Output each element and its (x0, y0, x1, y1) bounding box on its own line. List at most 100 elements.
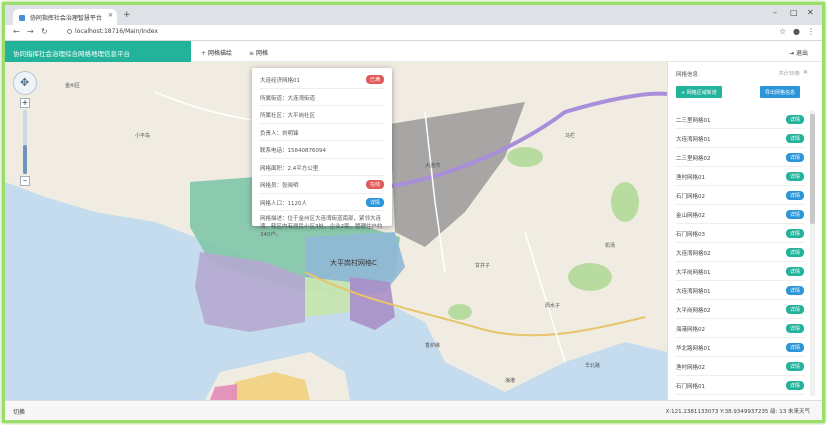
grid-list-item-badge[interactable]: 详情 (785, 153, 804, 162)
new-tab-icon[interactable]: + (123, 10, 131, 20)
panel-scrollbar[interactable] (810, 110, 815, 396)
grid-list-item-label: 二三里网格01 (676, 118, 711, 124)
grid-list-item-label: 石门网格03 (676, 232, 705, 238)
popup-row: 网格员：张晓明 在线 (260, 176, 384, 194)
popup-row-description: 网格描述：位于金州区大连湾街道南部，紧邻大连湾，辖区内有居民小区3处、企业2家，… (260, 211, 384, 241)
reload-icon[interactable]: ↻ (41, 27, 48, 36)
zoom-in-button[interactable]: + (20, 98, 30, 108)
grid-list-item-badge[interactable]: 详情 (785, 172, 804, 181)
grid-list-item[interactable]: 金山网格02 详情 (676, 205, 804, 224)
grid-list-item-label: 大连湾网格01 (676, 289, 711, 295)
grid-list-item-badge[interactable]: 详情 (785, 191, 804, 200)
back-icon[interactable]: ← (13, 27, 20, 36)
popup-badge[interactable]: 详情 (365, 197, 384, 207)
app-title: 协同指挥社会治理综合网格地理信息平台 (5, 41, 191, 62)
grid-list-item-badge[interactable]: 详情 (785, 286, 804, 295)
map-place-label: 大连湾 (425, 163, 441, 169)
map-place-label: 海港 (505, 378, 516, 384)
popup-row: 所属街道：大连湾街道 (260, 89, 384, 106)
grid-list-item-badge[interactable]: 详情 (785, 343, 804, 352)
bookmark-star-icon[interactable]: ☆ (779, 27, 786, 36)
close-window-icon[interactable]: ✕ (807, 8, 814, 17)
grid-list-item-badge[interactable]: 详情 (785, 362, 804, 371)
map-place-label: 小平岛 (135, 133, 151, 139)
grid-list-item[interactable]: 二三里网格01 详情 (676, 110, 804, 129)
green-area (568, 263, 612, 291)
close-tab-icon[interactable]: ✕ (108, 12, 113, 19)
popup-badge[interactable]: 在线 (365, 180, 384, 189)
map-place-label: 周水子 (545, 303, 561, 309)
grid-region-label: 大平岗村网格C (330, 259, 377, 267)
menu-grid[interactable]: ≡ 网格 (249, 48, 268, 57)
grid-list-item[interactable]: 大连湾网格01 详情 (676, 281, 804, 300)
panel-scrollbar-thumb[interactable] (810, 114, 815, 224)
grid-list-item-badge[interactable]: 详情 (785, 115, 804, 124)
grid-list-item-badge[interactable]: 详情 (785, 229, 804, 238)
grid-list-item[interactable]: 渔村网格02 详情 (676, 357, 804, 376)
menu-grid-draw[interactable]: + 网格描绘 (201, 48, 232, 57)
switch-button[interactable]: 切换 (13, 407, 25, 416)
popup-row: 负责人：刘明锋 (260, 124, 384, 141)
zoom-slider-fill (23, 145, 27, 174)
grid-list-item-label: 石门网格02 (676, 194, 705, 200)
grid-list-item-label: 石门网格01 (676, 384, 705, 390)
grid-list-item-label: 大连湾网格01 (676, 137, 711, 143)
pan-control-icon[interactable] (13, 71, 37, 95)
url-field[interactable]: localhost:18716/Main/Index (67, 28, 158, 35)
popup-row-text: 所属社区：大平岗社区 (260, 113, 316, 119)
grid-list-item[interactable]: 大连湾网格02 详情 (676, 243, 804, 262)
grid-list-item[interactable]: 石门网格02 详情 (676, 186, 804, 205)
logout-button[interactable]: ⇥ 退出 (789, 48, 808, 57)
grid-list-item[interactable]: 大平岗网格01 详情 (676, 262, 804, 281)
zoom-out-button[interactable]: – (20, 176, 30, 186)
maximize-icon[interactable]: □ (790, 8, 798, 17)
zoom-slider[interactable] (23, 110, 27, 174)
screenshot-frame: 协同指挥社会治理智慧平台 ✕ + – □ ✕ ← → ↻ localhost:1… (2, 2, 825, 423)
popup-row-text: 负责人：刘明锋 (260, 130, 299, 137)
browser-menu-icon[interactable]: ⋮ (807, 27, 815, 36)
grid-list-item-badge[interactable]: 详情 (785, 248, 804, 257)
grid-list-item-label: 华北路网格01 (676, 346, 711, 352)
grid-list-item[interactable]: 渔村网格01 详情 (676, 167, 804, 186)
tab-title: 协同指挥社会治理智慧平台 (29, 15, 102, 22)
logout-label: 退出 (795, 50, 808, 57)
app-header: 协同指挥社会治理综合网格地理信息平台 + 网格描绘 ≡ 网格 ⇥ 退出 (5, 41, 822, 62)
grid-list-item[interactable]: 大平岗网格02 详情 (676, 300, 804, 319)
map-place-label: 甘井子 (475, 263, 491, 269)
grid-info-popup: 大连经济网格01 已满 所属街道：大连湾街道 所属社区：大平岗社区 负责人：刘明锋… (252, 68, 392, 238)
add-grid-button[interactable]: + 网格区域新增 (676, 86, 722, 98)
forward-icon[interactable]: → (27, 27, 34, 36)
grid-list-item-badge[interactable]: 详情 (785, 267, 804, 276)
grid-list-item[interactable]: 华北路网格01 详情 (676, 338, 804, 357)
grid-list-item-badge[interactable]: 详情 (785, 305, 804, 314)
grid-list-item-badge[interactable]: 详情 (785, 381, 804, 390)
popup-row: 所属社区：大平岗社区 (260, 106, 384, 124)
browser-tab[interactable]: 协同指挥社会治理智慧平台 ✕ (13, 9, 117, 25)
grid-list-item-badge[interactable]: 详情 (785, 324, 804, 333)
grid-list-item[interactable]: 大连湾网格01 详情 (676, 129, 804, 148)
coordinates-readout: X:121.2381133073 Y:38.9349937235 级: 13 未… (665, 409, 810, 415)
grid-list: 二三里网格01 详情 大连湾网格01 详情 二三里网格02 详情 渔村网格01 详情 石门网格0… (676, 110, 804, 395)
grid-list-item[interactable]: 石门网格03 详情 (676, 224, 804, 243)
grid-list-item-badge[interactable]: 详情 (785, 210, 804, 219)
export-grid-button[interactable]: 导出网格信息 (760, 86, 801, 98)
grid-list-item-label: 金山网格02 (676, 213, 705, 219)
profile-icon[interactable]: ● (793, 27, 800, 36)
plus-icon: + (201, 50, 207, 57)
green-area (448, 304, 472, 320)
grid-list-item-badge[interactable]: 详情 (785, 134, 804, 143)
minimize-icon[interactable]: – (773, 8, 777, 17)
popup-row: 网格面积：2.4平方公里 (260, 159, 384, 176)
layers-icon: ≡ (249, 50, 255, 57)
page-favicon-icon (19, 15, 25, 21)
popup-row: 大连经济网格01 已满 (260, 71, 384, 89)
browser-tab-bar: 协同指挥社会治理智慧平台 ✕ + – □ ✕ (5, 5, 822, 25)
popup-row-text: 联系电话：15840876094 (260, 148, 326, 154)
close-panel-icon[interactable]: ✕ (803, 69, 808, 76)
grid-list-item[interactable]: 海港网格02 详情 (676, 319, 804, 338)
popup-badge[interactable]: 已满 (365, 75, 384, 84)
map-canvas[interactable]: 金州区 小平岛 大连湾 甘井子 马栏 周水子 机场 香炉礁 华北路 海港 大平岗… (5, 62, 667, 400)
grid-list-panel: 网格信息 共计30条 ✕ + 网格区域新增 导出网格信息 二三里网格01 详情 大连… (667, 62, 822, 400)
grid-list-item[interactable]: 石门网格01 详情 (676, 376, 804, 395)
grid-list-item[interactable]: 二三里网格02 详情 (676, 148, 804, 167)
